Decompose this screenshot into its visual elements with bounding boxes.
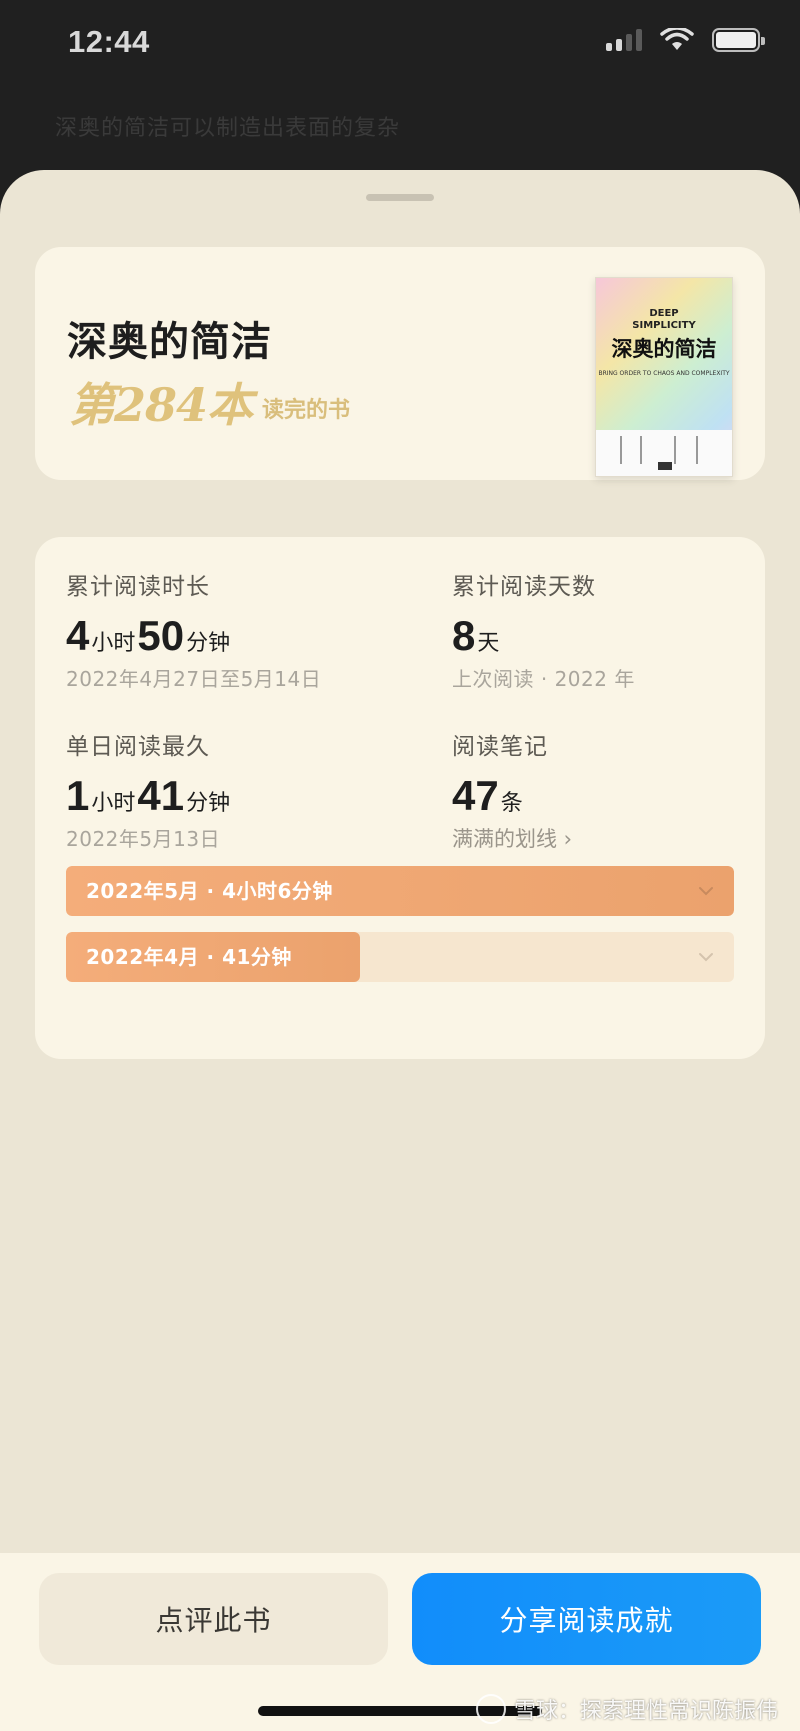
cover-subtitle: BRING ORDER TO CHAOS AND COMPLEXITY [598,370,730,377]
stat-sub: 2022年4月27日至5月14日 [66,667,322,691]
highlights-link[interactable]: 满满的划线 › [452,823,572,853]
stat-value: 47 条 [452,772,523,819]
drag-handle[interactable] [366,194,434,201]
cover-title-cn: 深奥的简洁 [611,337,717,361]
battery-icon [712,28,765,52]
month-row-april[interactable]: 2022年4月 · 41分钟 [66,932,734,982]
book-rank: 第284本 读完的书 [69,382,350,428]
snowball-logo-icon [475,1694,506,1724]
reading-achievement-sheet: 深奥的简洁 第284本 读完的书 DEEP SIMPLICITY 深奥的简洁 B… [0,170,800,1731]
review-book-button[interactable]: 点评此书 [39,1573,388,1665]
book-card: 深奥的简洁 第284本 读完的书 DEEP SIMPLICITY 深奥的简洁 B… [35,247,765,480]
cover-title-en: DEEP SIMPLICITY [632,308,696,331]
stat-longest-day: 单日阅读最久 1 小时 41 分钟 2022年5月13日 [66,727,232,852]
status-time: 12:44 [68,24,150,59]
month-row-may[interactable]: 2022年5月 · 4小时6分钟 [66,866,734,916]
stat-total-days: 累计阅读天数 8天 上次阅读 · 2022 年 [452,567,635,692]
rank-suffix: 读完的书 [262,397,351,423]
wifi-icon [660,28,694,50]
background-page-text: 深奥的简洁可以制造出表面的复杂 [55,116,401,141]
stat-sub: 上次阅读 · 2022 年 [452,667,635,691]
watermark: 雪球：探索理性常识陈振伟 [475,1693,778,1725]
book-cover[interactable]: DEEP SIMPLICITY 深奥的简洁 BRING ORDER TO CHA… [595,277,733,477]
cover-author-strip [596,430,732,476]
stat-label: 阅读笔记 [452,734,548,760]
share-achievement-button[interactable]: 分享阅读成就 [412,1573,761,1665]
month-label: 2022年5月 · 4小时6分钟 [86,879,333,903]
rank-number: 第284本 [69,378,253,432]
stat-label: 累计阅读天数 [452,574,596,600]
stat-value: 4 小时 50 分钟 [66,612,231,659]
stat-label: 单日阅读最久 [66,734,210,760]
stats-card: 累计阅读时长 4 小时 50 分钟 2022年4月27日至5月14日 累计阅读天数 … [35,537,765,1059]
chevron-down-icon [699,953,713,962]
cellular-signal-icon [606,29,642,51]
stat-sub: 2022年5月13日 [66,827,221,851]
stat-notes[interactable]: 阅读笔记 47 条 满满的划线 › [452,727,572,853]
stat-value: 1 小时 41 分钟 [66,772,231,819]
month-label: 2022年4月 · 41分钟 [86,945,292,969]
book-title: 深奥的简洁 [67,318,272,365]
chevron-down-icon [699,887,713,896]
stat-total-time: 累计阅读时长 4 小时 50 分钟 2022年4月27日至5月14日 [66,567,321,692]
status-icons [606,28,765,52]
stat-label: 累计阅读时长 [66,574,210,600]
stat-value: 8天 [452,612,500,659]
